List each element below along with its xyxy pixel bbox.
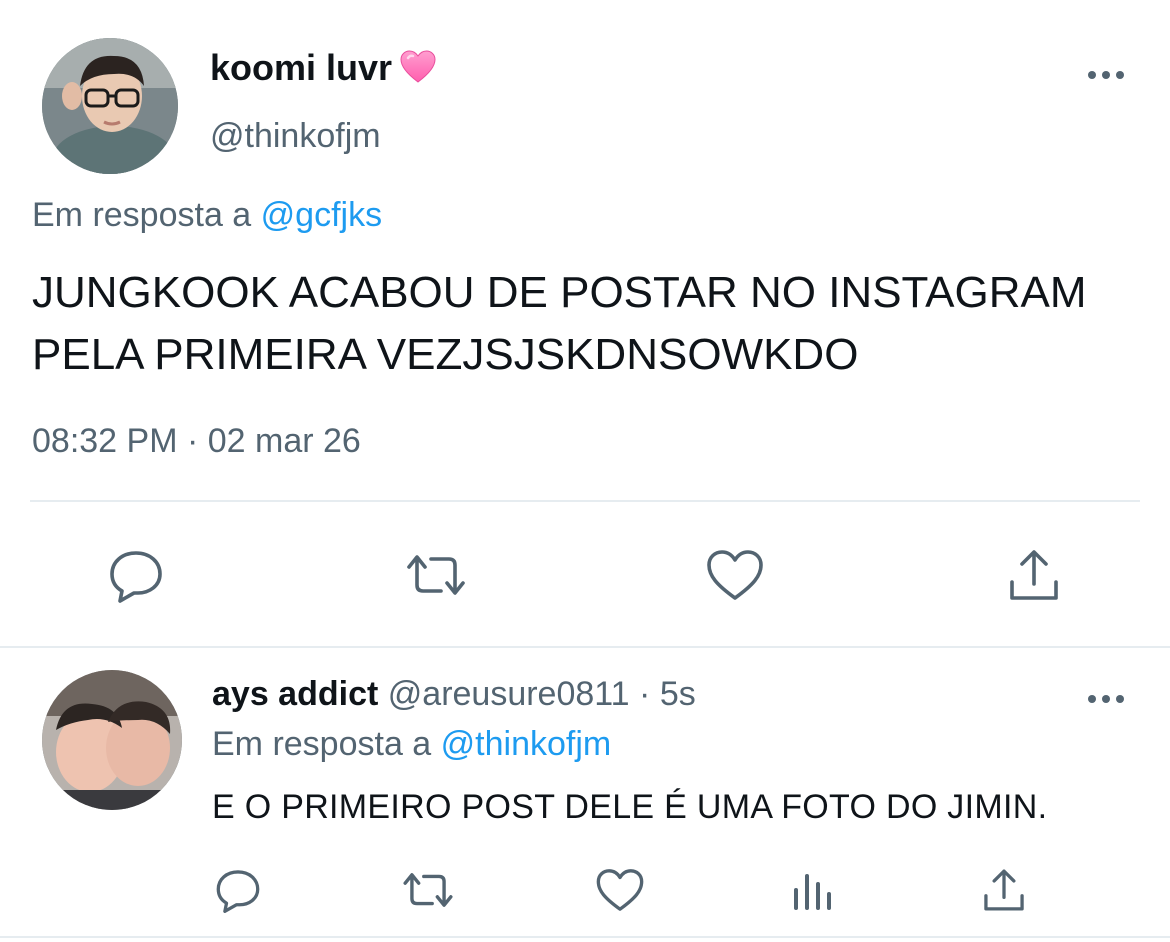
- share-icon: [984, 869, 1024, 911]
- reply-button[interactable]: [206, 860, 270, 920]
- tweet-text: JUNGKOOK ACABOU DE POSTAR NO INSTAGRAM P…: [32, 268, 1087, 379]
- analytics-icon: [794, 874, 831, 910]
- like-button[interactable]: [588, 860, 652, 920]
- reply-context: Em resposta a @gcfjks: [32, 196, 382, 235]
- reply-icon: [216, 870, 260, 913]
- reply-icon: [110, 551, 162, 603]
- share-button[interactable]: [972, 860, 1036, 920]
- reply-to-link[interactable]: @gcfjks: [261, 196, 382, 234]
- divider: [30, 500, 1140, 502]
- retweet-button[interactable]: [396, 540, 476, 610]
- handle[interactable]: @areusure0811: [388, 675, 630, 713]
- reply-prefix: Em resposta a: [32, 196, 252, 234]
- retweet-button[interactable]: [396, 860, 460, 920]
- like-icon: [707, 550, 763, 600]
- retweet-icon: [407, 555, 465, 595]
- more-options-icon[interactable]: [1086, 684, 1126, 719]
- avatar-photo: [42, 670, 182, 810]
- tweet-timestamp[interactable]: 08:32 PM · 02 mar 26: [32, 422, 361, 461]
- handle[interactable]: @thinkofjm: [210, 117, 381, 156]
- display-name[interactable]: koomi luvr: [210, 47, 436, 93]
- analytics-button[interactable]: [780, 860, 844, 920]
- avatar-photo: [42, 38, 178, 174]
- separator: ·: [639, 675, 651, 713]
- display-name[interactable]: ays addict: [212, 675, 378, 713]
- like-icon: [596, 869, 644, 911]
- reply-button[interactable]: [96, 540, 176, 610]
- reply-context: Em resposta a @thinkofjm: [212, 725, 611, 764]
- tweet-age[interactable]: 5s: [660, 675, 696, 713]
- pink-heart-icon: [400, 50, 436, 93]
- retweet-icon: [403, 873, 453, 907]
- avatar-ays-addict[interactable]: [42, 670, 182, 810]
- reply-prefix: Em resposta a: [212, 725, 432, 763]
- avatar-koomi-luvr[interactable]: [42, 38, 178, 174]
- reply-to-link[interactable]: @thinkofjm: [441, 725, 612, 763]
- bottom-divider: [0, 936, 1170, 938]
- like-button[interactable]: [695, 540, 775, 610]
- tweet-separator: [0, 646, 1170, 648]
- share-button[interactable]: [994, 540, 1074, 610]
- share-icon: [1010, 550, 1058, 600]
- more-options-icon[interactable]: [1086, 60, 1126, 95]
- display-name-text: koomi luvr: [210, 47, 393, 88]
- reply-header: ays addict @areusure0811 · 5s: [212, 675, 696, 714]
- tweet-text: E O PRIMEIRO POST DELE É UMA FOTO DO JIM…: [212, 788, 1048, 826]
